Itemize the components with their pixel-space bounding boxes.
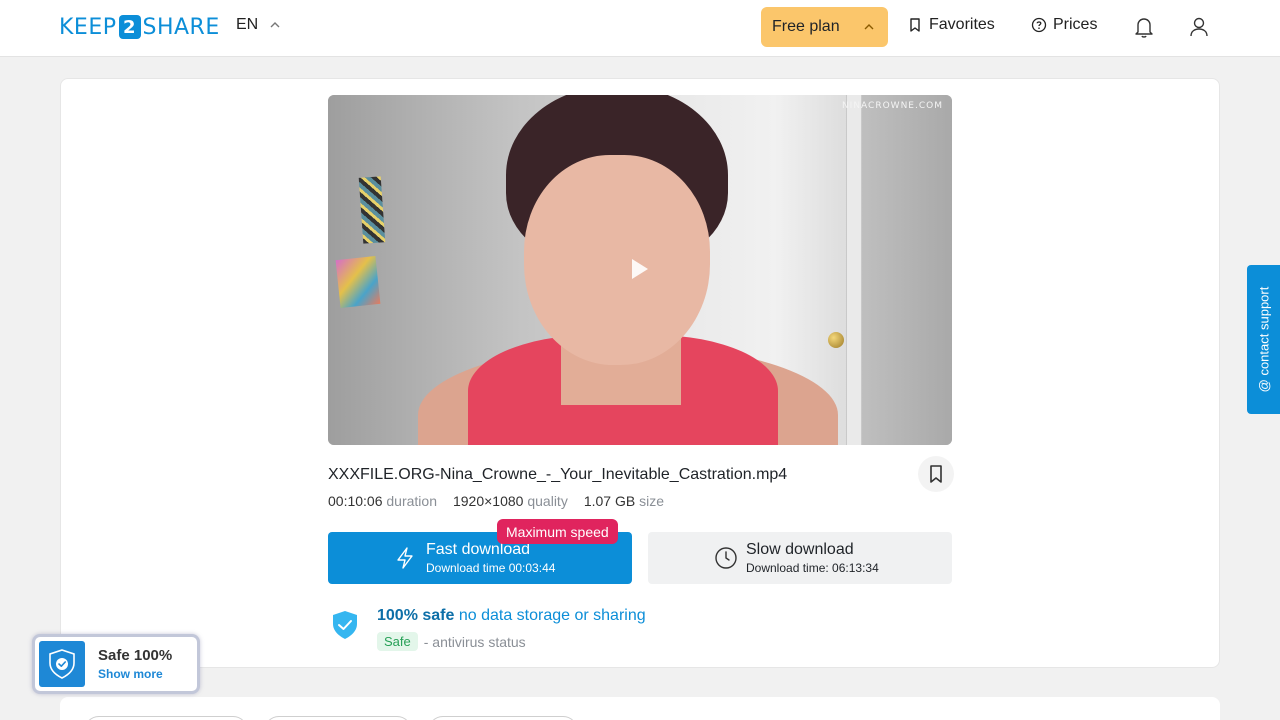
- tag-pill[interactable]: [428, 716, 578, 720]
- quality-value: 1920×1080: [452, 493, 524, 509]
- safety-widget[interactable]: Safe 100% Show more: [32, 634, 200, 694]
- user-icon: [1190, 17, 1208, 37]
- size-label: size: [639, 493, 664, 509]
- duration-label: duration: [386, 493, 437, 509]
- safety-line: 100% safe no data storage or sharing: [377, 607, 646, 625]
- slow-download-button[interactable]: Slow download Download time: 06:13:34: [648, 532, 952, 584]
- maximum-speed-badge: Maximum speed: [497, 519, 618, 544]
- language-label: EN: [236, 16, 259, 33]
- free-plan-button[interactable]: Free plan: [761, 7, 888, 47]
- favorites-link[interactable]: Favorites: [907, 16, 995, 34]
- antivirus-line: Safe - antivirus status: [377, 632, 526, 651]
- slow-download-text: Slow download Download time: 06:13:34: [746, 541, 879, 575]
- keep2share-logo[interactable]: KEEP 2 SHARE: [59, 14, 220, 40]
- prices-link[interactable]: Prices: [1031, 16, 1097, 34]
- video-frame-detail: [828, 332, 844, 348]
- slow-download-title: Slow download: [746, 541, 854, 558]
- contact-support-tab[interactable]: @ contact support: [1247, 265, 1280, 414]
- video-watermark: NINACROWNE.COM: [841, 101, 943, 111]
- file-meta: 00:10:06 duration 1920×1080 quality 1.07…: [328, 493, 664, 509]
- video-frame-detail: [524, 155, 710, 365]
- video-frame-detail: [335, 256, 381, 308]
- chevron-up-icon: [270, 22, 280, 28]
- tag-pill[interactable]: [84, 716, 248, 720]
- video-preview[interactable]: NINACROWNE.COM: [328, 95, 952, 445]
- contact-support-label: @ contact support: [1256, 286, 1272, 393]
- size-meta: 1.07 GB size: [584, 493, 664, 509]
- logo-text-mid: 2: [118, 15, 141, 39]
- account-button[interactable]: [1186, 14, 1212, 40]
- antivirus-status-text: - antivirus status: [423, 633, 526, 650]
- quality-meta: 1920×1080 quality: [453, 493, 568, 509]
- language-selector[interactable]: EN: [236, 16, 282, 34]
- favorites-label: Favorites: [929, 16, 995, 33]
- safety-strong: 100% safe: [377, 607, 455, 624]
- safety-link[interactable]: no data storage or sharing: [459, 607, 646, 624]
- add-favorite-button[interactable]: [918, 456, 954, 492]
- top-header: KEEP 2 SHARE EN Free plan Favorites Pric…: [0, 0, 1280, 57]
- bookmark-icon: [910, 18, 920, 32]
- bookmark-icon: [930, 465, 942, 483]
- tag-pill[interactable]: [264, 716, 412, 720]
- show-more-link[interactable]: Show more: [98, 667, 163, 681]
- chevron-up-icon: [864, 24, 874, 30]
- duration-meta: 00:10:06 duration: [328, 493, 437, 509]
- prices-label: Prices: [1053, 16, 1098, 33]
- help-circle-icon: [1031, 17, 1047, 33]
- shield-check-icon: [39, 641, 85, 687]
- notifications-button[interactable]: [1131, 14, 1157, 40]
- shield-check-icon: [333, 611, 357, 639]
- file-name: XXXFILE.ORG-Nina_Crowne_-_Your_Inevitabl…: [328, 466, 788, 483]
- fast-download-text: Fast download Download time 00:03:44: [426, 541, 555, 575]
- logo-text-left: KEEP: [59, 14, 117, 40]
- slow-download-time: Download time: 06:13:34: [746, 561, 879, 575]
- play-icon[interactable]: [632, 259, 648, 279]
- fast-download-time: Download time 00:03:44: [426, 561, 556, 575]
- video-frame-detail: [358, 176, 386, 244]
- video-frame-detail: [846, 95, 862, 445]
- size-value: 1.07 GB: [583, 493, 636, 509]
- quality-label: quality: [527, 493, 568, 509]
- logo-text-right: SHARE: [142, 14, 220, 40]
- duration-value: 00:10:06: [328, 493, 383, 509]
- clock-icon: [715, 547, 737, 569]
- plan-label: Free plan: [772, 18, 840, 35]
- lightning-icon: [397, 547, 413, 569]
- antivirus-status-badge: Safe: [377, 632, 418, 651]
- safety-widget-title: Safe 100%: [98, 647, 173, 664]
- bell-icon: [1135, 18, 1153, 38]
